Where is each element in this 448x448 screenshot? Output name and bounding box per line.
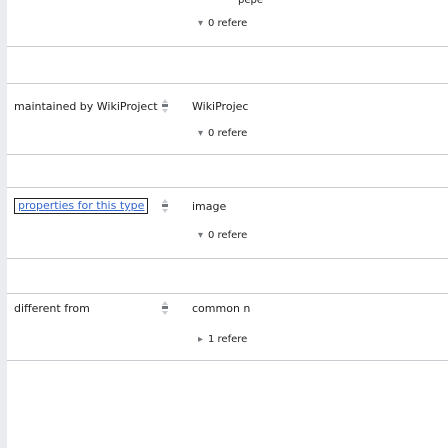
left-rail — [0, 0, 7, 448]
wikidata-statements-panel: pepe ▾ 0 refere maintained by WikiProject… — [0, 0, 448, 448]
rank-normal-icon[interactable] — [160, 199, 170, 213]
statement-divider — [7, 293, 448, 294]
references-count-label: 0 refere — [208, 230, 248, 241]
property-label-different-from[interactable]: different from — [14, 302, 90, 316]
section-divider — [7, 154, 448, 155]
rank-normal-icon[interactable] — [160, 301, 170, 315]
property-label-properties-for-this-type[interactable]: properties for this type — [14, 198, 149, 214]
section-divider — [7, 360, 448, 361]
top-value-fragment: pepe — [238, 0, 263, 6]
property-label-maintained-by[interactable]: maintained by WikiProject — [14, 100, 158, 114]
chevron-right-icon: ▸ — [198, 334, 204, 345]
rank-normal-icon[interactable] — [160, 99, 170, 113]
references-toggle-top[interactable]: ▾ 0 refere — [198, 18, 247, 30]
chevron-down-icon: ▾ — [198, 18, 204, 29]
section-divider — [7, 258, 448, 259]
statement-value[interactable]: WikiProjec — [192, 100, 248, 114]
chevron-down-icon: ▾ — [198, 230, 204, 241]
property-cell — [7, 88, 153, 89]
references-toggle[interactable]: ▸ 1 refere — [198, 334, 247, 346]
statement-value[interactable]: common n — [192, 302, 250, 316]
references-toggle[interactable]: ▾ 0 refere — [198, 128, 247, 140]
references-count-label: 0 refere — [208, 18, 248, 29]
section-divider — [7, 46, 448, 47]
references-toggle[interactable]: ▾ 0 refere — [198, 230, 247, 242]
statement-divider — [7, 187, 448, 188]
references-count-label: 1 refere — [208, 334, 248, 345]
chevron-down-icon: ▾ — [198, 128, 204, 139]
references-count-label: 0 refere — [208, 128, 248, 139]
statement-value[interactable]: image — [192, 200, 226, 214]
statement-divider — [7, 83, 448, 84]
